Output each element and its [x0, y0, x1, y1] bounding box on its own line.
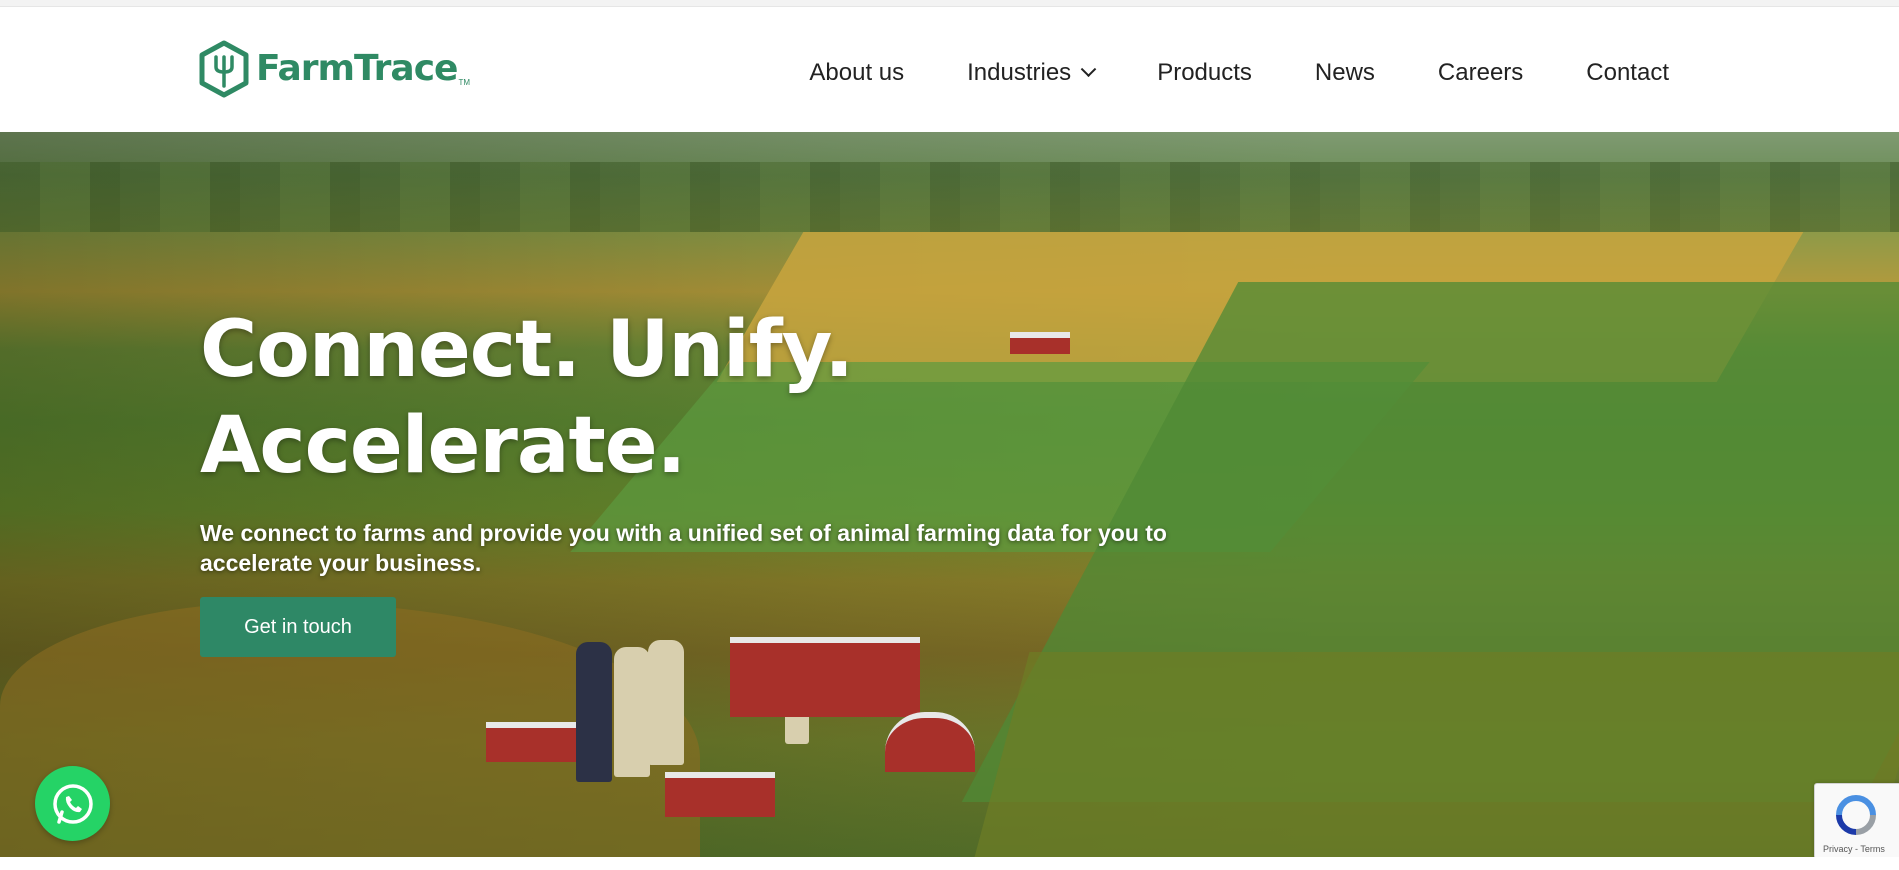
brand-logo[interactable]: FarmTrace TM — [198, 39, 470, 99]
whatsapp-icon — [52, 783, 93, 824]
page-bottom-edge — [0, 857, 1899, 870]
nav-products[interactable]: Products — [1157, 59, 1252, 87]
main-nav: About us Industries Products News Career… — [746, 59, 1669, 87]
nav-about-us-label: About us — [809, 59, 905, 86]
hero-bg-barn — [665, 772, 775, 817]
hero-bg-barn — [486, 722, 576, 762]
brand-trademark: TM — [458, 78, 471, 87]
recaptcha-icon — [1836, 795, 1876, 835]
hero-bg-barn — [1010, 332, 1070, 354]
nav-products-label: Products — [1157, 59, 1252, 86]
nav-careers[interactable]: Careers — [1438, 59, 1523, 87]
nav-news-label: News — [1314, 59, 1375, 86]
get-in-touch-button[interactable]: Get in touch — [200, 597, 396, 657]
hero-title-line1: Connect. Unify. — [200, 305, 854, 395]
hero-bg-silo — [576, 642, 612, 782]
hero-bg-silo — [648, 640, 684, 765]
hero-section: Connect. Unify. Accelerate. We connect t… — [0, 132, 1899, 857]
hero-subtitle: We connect to farms and provide you with… — [200, 520, 1167, 576]
hero-title: Connect. Unify. Accelerate. — [200, 302, 854, 494]
hero-bg-barn — [730, 637, 920, 717]
nav-about-us[interactable]: About us — [809, 59, 904, 87]
hero-title-line2: Accelerate. — [200, 401, 686, 491]
browser-top-edge — [0, 0, 1899, 7]
nav-careers-label: Careers — [1437, 59, 1524, 86]
nav-news[interactable]: News — [1315, 59, 1375, 87]
hero-bg-silo — [614, 647, 650, 777]
hero-bg-barn — [885, 712, 975, 772]
nav-contact[interactable]: Contact — [1586, 59, 1669, 87]
farmtrace-hexagon-fork-icon — [199, 40, 249, 98]
whatsapp-chat-button[interactable] — [35, 766, 110, 841]
site-header: FarmTrace TM About us Industries Product… — [0, 7, 1899, 132]
hero-bg-corn-field-right — [970, 652, 1899, 857]
recaptcha-badge[interactable]: Privacy - Terms — [1814, 783, 1899, 859]
hero-bg-treeline — [0, 162, 1899, 232]
nav-industries-label: Industries — [967, 59, 1072, 86]
recaptcha-links[interactable]: Privacy - Terms — [1823, 844, 1885, 854]
chevron-down-icon — [1080, 60, 1097, 77]
brand-name: FarmTrace — [256, 48, 458, 89]
nav-contact-label: Contact — [1586, 59, 1669, 86]
nav-industries[interactable]: Industries — [967, 59, 1097, 87]
